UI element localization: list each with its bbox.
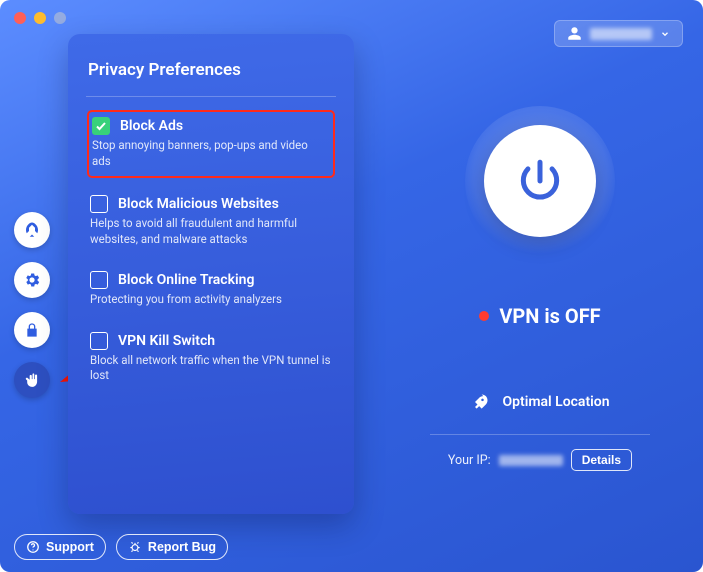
- minimize-window-button[interactable]: [34, 12, 46, 24]
- option-title: VPN Kill Switch: [118, 333, 215, 349]
- vpn-power-button[interactable]: [465, 106, 615, 256]
- checkbox-block-malicious[interactable]: [90, 195, 108, 213]
- options-list: Block Ads Stop annoying banners, pop-ups…: [88, 111, 334, 390]
- checkbox-kill-switch[interactable]: [90, 332, 108, 350]
- vpn-status: VPN is OFF: [479, 304, 600, 328]
- option-title: Block Ads: [120, 118, 183, 134]
- report-label: Report Bug: [148, 540, 216, 554]
- checkbox-block-tracking[interactable]: [90, 271, 108, 289]
- option-desc: Protecting you from activity analyzers: [90, 292, 332, 308]
- rocket-icon: [23, 221, 41, 239]
- ip-value-redacted: [499, 455, 563, 466]
- lock-icon: [24, 322, 40, 338]
- sidebar: [14, 212, 50, 398]
- bug-icon: [128, 540, 142, 554]
- support-button[interactable]: Support: [14, 534, 106, 560]
- chevron-down-icon: [660, 29, 670, 39]
- app-window: Privacy Preferences Block Ads Stop annoy…: [0, 0, 703, 572]
- divider: [86, 96, 336, 97]
- option-title: Block Online Tracking: [118, 272, 254, 288]
- location-selector[interactable]: Optimal Location: [470, 392, 609, 412]
- sidebar-item-privacy[interactable]: [14, 362, 50, 398]
- option-block-ads[interactable]: Block Ads Stop annoying banners, pop-ups…: [88, 111, 334, 177]
- ip-label: Your IP:: [448, 453, 491, 468]
- status-text: VPN is OFF: [499, 304, 600, 328]
- main-column: VPN is OFF Optimal Location Your IP: Det…: [400, 106, 680, 471]
- report-bug-button[interactable]: Report Bug: [116, 534, 228, 560]
- help-icon: [26, 540, 40, 554]
- sidebar-item-boost[interactable]: [14, 212, 50, 248]
- window-controls: [14, 12, 66, 24]
- privacy-preferences-panel: Privacy Preferences Block Ads Stop annoy…: [68, 34, 354, 514]
- account-name-redacted: [590, 28, 652, 40]
- option-block-malicious[interactable]: Block Malicious Websites Helps to avoid …: [88, 191, 334, 253]
- ip-row: Your IP: Details: [430, 434, 650, 471]
- status-dot-icon: [479, 311, 489, 321]
- checkbox-block-ads[interactable]: [92, 117, 110, 135]
- option-desc: Block all network traffic when the VPN t…: [90, 353, 332, 384]
- account-button[interactable]: [554, 20, 683, 47]
- option-kill-switch[interactable]: VPN Kill Switch Block all network traffi…: [88, 328, 334, 390]
- option-block-tracking[interactable]: Block Online Tracking Protecting you fro…: [88, 267, 334, 314]
- option-desc: Helps to avoid all fraudulent and harmfu…: [90, 216, 332, 247]
- sidebar-item-security[interactable]: [14, 312, 50, 348]
- option-desc: Stop annoying banners, pop-ups and video…: [92, 138, 328, 169]
- footer-toolbar: Support Report Bug: [14, 534, 228, 560]
- gear-icon: [23, 271, 41, 289]
- panel-title: Privacy Preferences: [88, 60, 334, 80]
- support-label: Support: [46, 540, 94, 554]
- rocket-icon: [470, 392, 490, 412]
- location-label: Optimal Location: [502, 394, 609, 410]
- user-icon: [567, 26, 582, 41]
- option-title: Block Malicious Websites: [118, 196, 279, 212]
- zoom-window-button[interactable]: [54, 12, 66, 24]
- hand-icon: [24, 372, 41, 389]
- close-window-button[interactable]: [14, 12, 26, 24]
- sidebar-item-settings[interactable]: [14, 262, 50, 298]
- details-button[interactable]: Details: [571, 449, 632, 471]
- power-icon: [515, 156, 565, 206]
